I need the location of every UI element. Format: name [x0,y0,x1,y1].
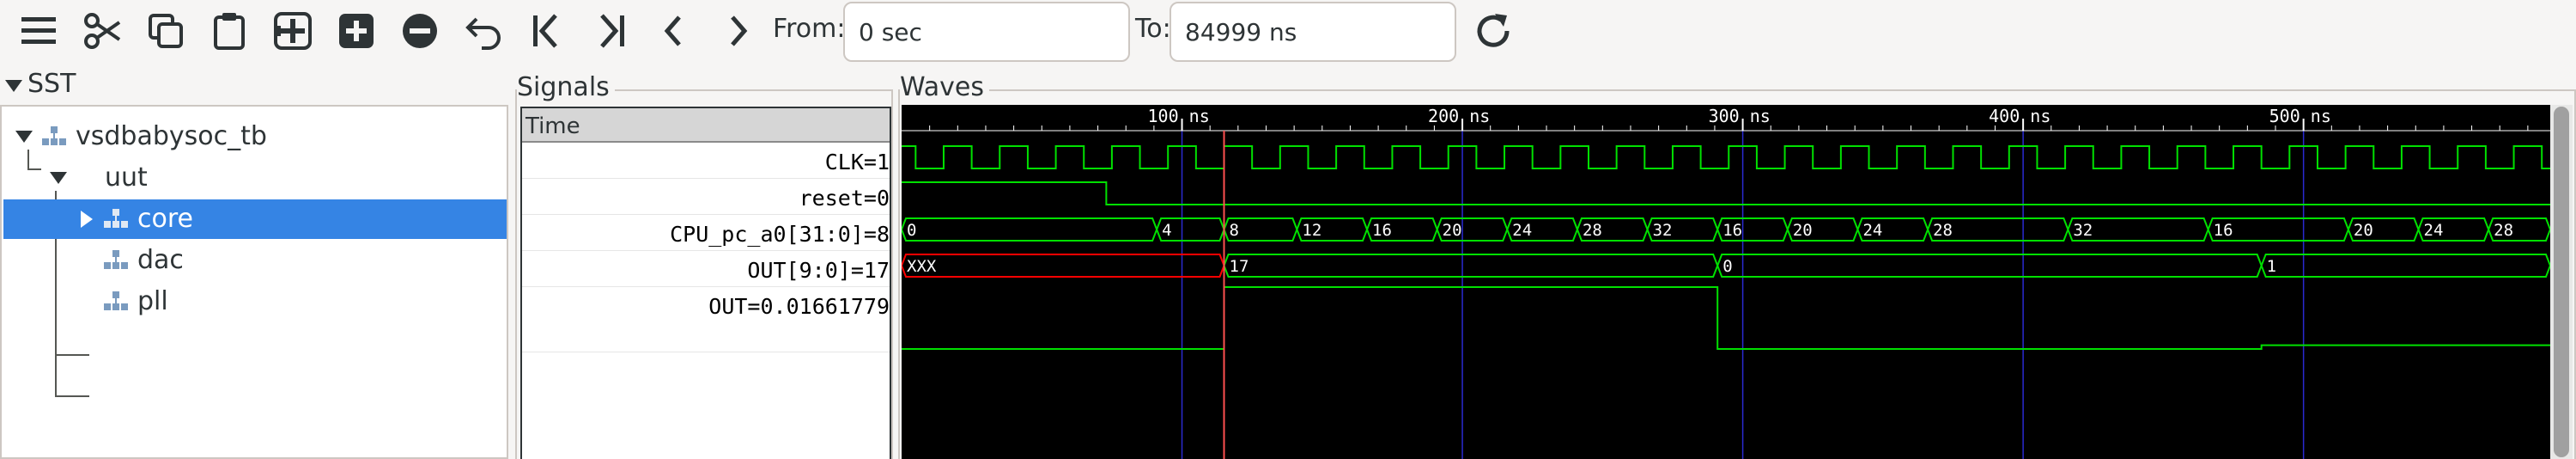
cpu-pc-value-label: 24 [2424,221,2444,240]
reload-icon[interactable] [1467,4,1520,58]
sst-pane-header[interactable]: SST [0,69,507,101]
expander-icon[interactable] [50,172,67,184]
cpu-pc-value-label: 20 [1793,221,1813,240]
goto-start-icon[interactable] [520,4,574,58]
time-tick-label: 200 ns [1428,106,1490,126]
cpu-pc-value-label: 28 [1583,221,1602,240]
tree-item-core[interactable]: core [3,199,507,239]
to-time-input[interactable] [1170,2,1456,62]
waves-svg[interactable]: 100 ns200 ns300 ns400 ns500 ns600 ns0481… [902,105,2550,459]
scrollbar-thumb[interactable] [2554,107,2569,457]
time-tick-label: 400 ns [1989,106,2050,126]
signal-value: 0 [876,186,890,211]
signals-title: Signals [517,72,615,102]
signal-value: 1 [876,150,890,174]
tree-item-uut[interactable]: uut [3,158,507,198]
to-label: To: [1135,14,1171,44]
signal-row-reset[interactable]: reset=0 [522,179,890,215]
goto-end-icon[interactable] [584,4,637,58]
time-tick-label: 100 ns [1148,106,1210,126]
tree-item-label: core [137,204,193,234]
expander-icon[interactable] [15,131,33,143]
out-bus-value-label: 17 [1230,257,1249,276]
waves-canvas[interactable]: 100 ns200 ns300 ns400 ns500 ns600 ns0481… [902,105,2550,459]
sst-collapse-icon[interactable] [5,80,22,92]
out-bus-segment [1716,254,2263,278]
cpu-pc-value-label: 8 [1230,221,1239,240]
tree-item-label: pll [137,286,168,316]
zoom-fit-icon[interactable] [266,4,319,58]
module-icon [104,209,128,228]
tree-item-vsdbabysoc-tb[interactable]: vsdbabysoc_tb [3,117,507,156]
copy-icon[interactable] [139,4,192,58]
previous-icon[interactable] [647,4,701,58]
tree-item-pll[interactable]: pll [3,282,507,321]
signal-value: 17 [863,258,890,283]
cpu-pc-value-label: 0 [907,221,916,240]
cpu-pc-value-label: 32 [2073,221,2093,240]
cpu-pc-value-label: 24 [1862,221,1882,240]
signal-row-out-bus[interactable]: OUT[9:0]=17 [522,251,890,287]
tree-item-label: dac [137,245,184,275]
signal-name: CPU_pc_a0[31:0] [670,222,864,247]
out-bus-segment [1223,254,1719,278]
signals-list: Time CLK=1 reset=0 CPU_pc_a0[31:0]=8 OUT… [520,107,891,459]
signal-value: 8 [876,222,890,247]
tree-item-dac[interactable]: dac [3,241,507,280]
out-bus-value-label: XXX [907,257,937,276]
cpu-pc-value-label: 32 [1653,221,1673,240]
menu-icon[interactable] [12,4,65,58]
cpu-pc-value-label: 28 [1933,221,1953,240]
module-icon [104,250,128,269]
tree-connector [55,354,89,356]
out-bus-segment [902,254,1225,278]
paste-icon[interactable] [203,4,256,58]
cpu-pc-value-label: 4 [1162,221,1171,240]
signal-row-clk[interactable]: CLK=1 [522,143,890,179]
module-icon [42,126,66,145]
signal-name: OUT [708,294,748,319]
toolbar: From: To: [0,0,2576,65]
cpu-pc-value-label: 24 [1512,221,1532,240]
undo-icon[interactable] [457,4,510,58]
waves-vertical-scrollbar[interactable] [2550,105,2573,459]
from-time-input[interactable] [843,2,1130,62]
signals-time-header: Time [522,108,890,143]
tree-connector [55,395,89,397]
cpu-pc-value-label: 20 [2354,221,2373,240]
sst-title: SST [27,69,76,99]
module-icon [104,291,128,310]
expander-icon[interactable] [81,211,93,228]
signal-value: 0.01661779 [760,294,890,319]
out-bus-segment [2260,254,2550,278]
signal-row-cpu-pc[interactable]: CPU_pc_a0[31:0]=8 [522,215,890,251]
next-icon[interactable] [711,4,764,58]
tree-item-label: uut [105,162,148,193]
cut-icon[interactable] [76,4,129,58]
cpu-pc-value-label: 20 [1443,221,1462,240]
zoom-in-icon[interactable] [330,4,383,58]
cpu-pc-value-label: 16 [1372,221,1392,240]
signal-name: OUT[9:0] [747,258,851,283]
out-bus-value-label: 1 [2267,257,2276,276]
cpu-pc-segment [902,217,1158,242]
cpu-pc-value-label: 12 [1302,221,1321,240]
signal-name: CLK [824,150,864,174]
sst-tree: vsdbabysoc_tb uut core dac pll [0,105,508,459]
time-tick-label: 500 ns [2269,106,2331,126]
zoom-out-icon[interactable] [393,4,447,58]
cpu-pc-value-label: 16 [2214,221,2233,240]
out-bus-value-label: 0 [1722,257,1732,276]
from-label: From: [773,14,846,44]
time-tick-label: 300 ns [1709,106,1771,126]
signal-row-out[interactable]: OUT=0.01661779 [522,287,890,352]
signal-name: reset [799,186,864,211]
waves-title: Waves [900,72,989,102]
tree-item-label: vsdbabysoc_tb [76,121,267,151]
cpu-pc-value-label: 16 [1722,221,1742,240]
cpu-pc-value-label: 28 [2494,221,2513,240]
